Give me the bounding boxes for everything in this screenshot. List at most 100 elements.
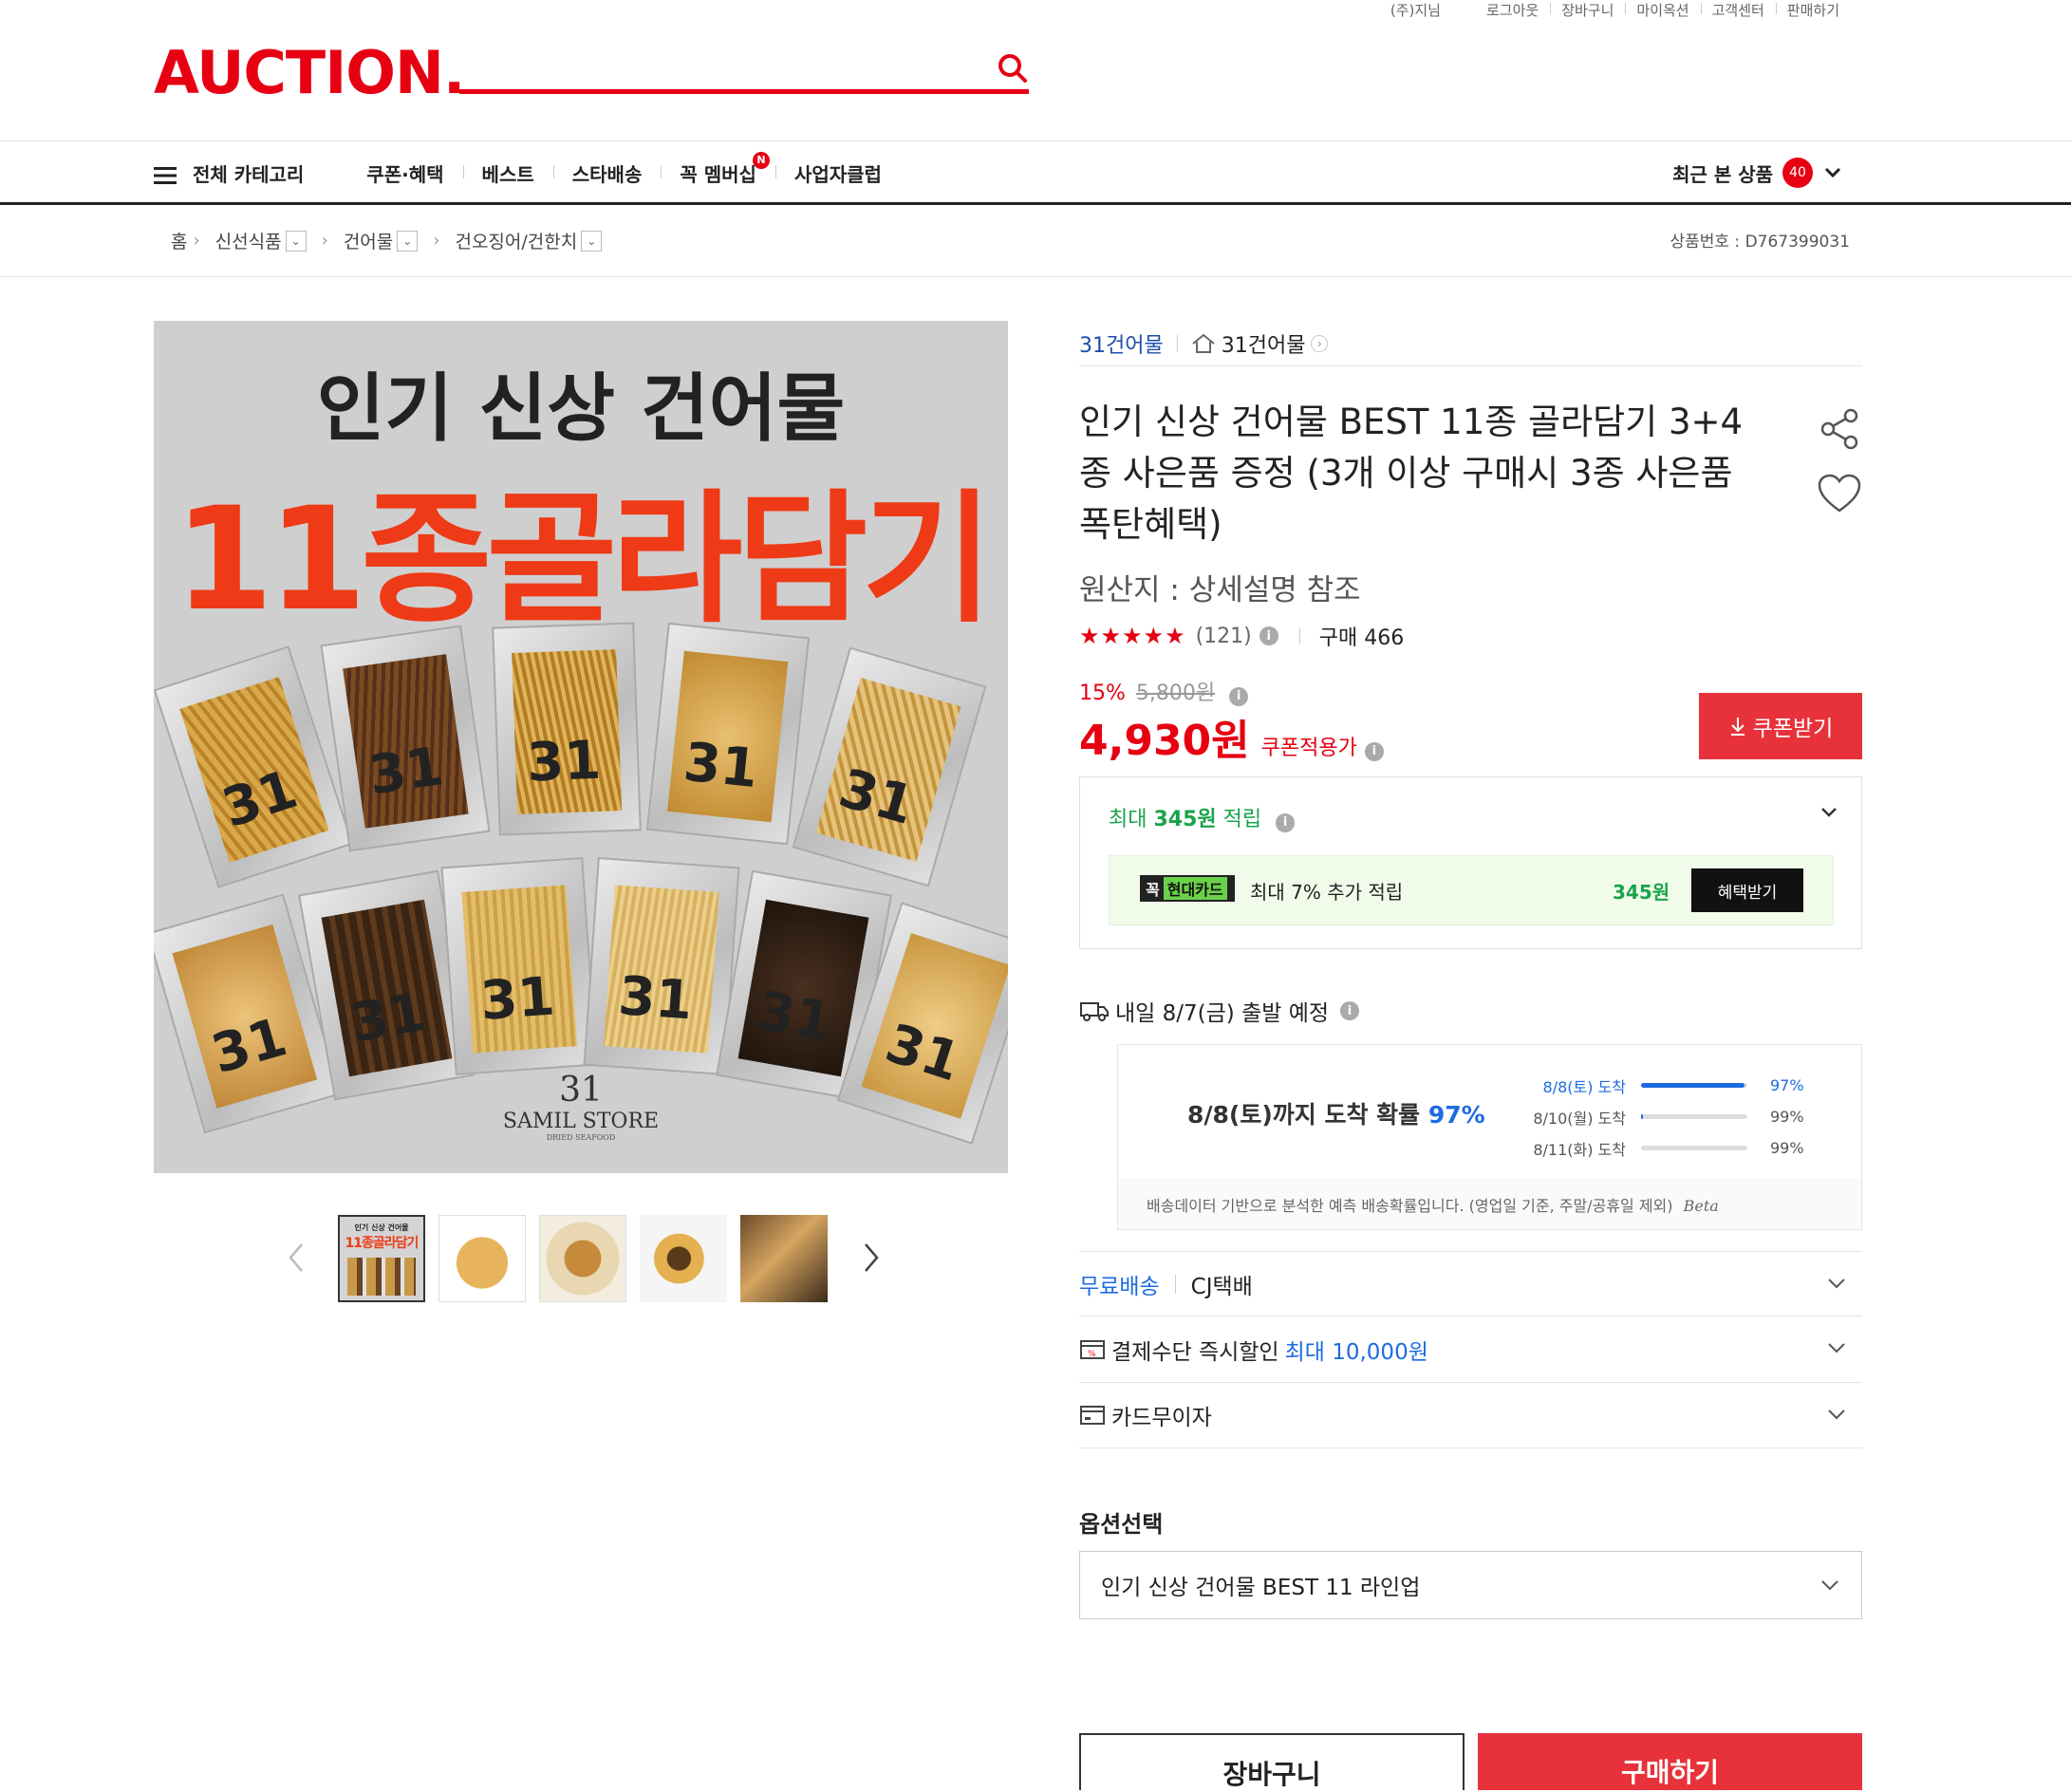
arrival-note-text: 배송데이터 기반으로 분석한 예측 배송확률입니다. (영업일 기준, 주말/공… [1147, 1197, 1673, 1215]
discount-percent: 15% [1079, 681, 1126, 705]
thumbnail[interactable]: 인기 신상 건어물 11종골라담기 [338, 1215, 425, 1302]
chevron-down-icon [1821, 1580, 1838, 1591]
heart-icon[interactable] [1817, 473, 1862, 514]
dropdown-icon[interactable]: ⌄ [581, 230, 603, 252]
search-icon[interactable] [997, 52, 1029, 84]
chevron-down-icon [1828, 1409, 1845, 1420]
review-count[interactable]: (121) [1196, 625, 1252, 648]
option-select[interactable]: 인기 신상 건어물 BEST 11 라인업 [1079, 1551, 1862, 1619]
arrival-probability-list: 8/8(토) 도착 97% 8/10(월) 도착 99% 8/11(화) 도착 99% [1526, 1070, 1804, 1164]
thumb-prev-button[interactable] [285, 1239, 308, 1286]
coupon-download-button[interactable]: 쿠폰받기 [1699, 693, 1862, 759]
info-icon[interactable]: i [1364, 741, 1384, 761]
pack-logo: 31 [478, 965, 557, 1033]
breadcrumb-home[interactable]: 홈 [171, 228, 187, 253]
product-main-image: 인기 신상 건어물 11종골라담기 31 31 31 31 31 31 31 3… [154, 321, 1008, 1173]
new-badge: N [752, 151, 770, 169]
arrival-probability-box: 8/8(토)까지 도착 확률 97% 8/8(토) 도착 97% 8/10(월) 도… [1117, 1044, 1862, 1230]
download-icon [1730, 718, 1744, 736]
nav-membership-label: 꼭 멤버십 [680, 162, 756, 186]
add-to-cart-button[interactable]: 장바구니 [1079, 1733, 1465, 1790]
installment-row[interactable]: 카드무이자 [1079, 1382, 1862, 1448]
logout-link[interactable]: 로그아웃 [1475, 0, 1550, 20]
thumb-next-button[interactable] [860, 1239, 883, 1286]
brand-subtitle: DRIED SEAFOOD [546, 1133, 616, 1142]
hamburger-icon [154, 167, 177, 184]
share-icon[interactable] [1817, 406, 1862, 452]
product-pack: 31 [583, 857, 740, 1075]
option-select-value: 인기 신상 건어물 BEST 11 라인업 [1101, 1576, 1421, 1600]
price-row: 4,930원 쿠폰적용가 i [1079, 706, 1384, 767]
card-logo-mark: 꼭 [1146, 881, 1160, 899]
buy-now-button[interactable]: 구매하기 [1478, 1733, 1862, 1790]
arrival-probability-value: 99% [1770, 1108, 1804, 1126]
pack-logo: 31 [526, 729, 603, 794]
product-pack: 31 [792, 646, 987, 887]
info-icon[interactable]: i [1276, 812, 1296, 832]
get-benefit-button[interactable]: 혜택받기 [1691, 868, 1803, 912]
thumbnail[interactable] [438, 1215, 526, 1302]
pack-logo: 31 [346, 980, 431, 1055]
thumbnail[interactable] [740, 1215, 828, 1302]
dropdown-icon[interactable]: ⌄ [285, 230, 307, 252]
cart-link[interactable]: 장바구니 [1550, 0, 1625, 20]
sell-link[interactable]: 판매하기 [1775, 0, 1851, 20]
pack-logo: 31 [681, 731, 761, 801]
all-category-label: 전체 카테고리 [192, 162, 305, 186]
brand-mark: 31 SAMIL STORE DRIED SEAFOOD [154, 1071, 1008, 1142]
product-actions [1817, 406, 1862, 514]
installment-label: 카드무이자 [1111, 1406, 1212, 1430]
info-icon[interactable]: i [1340, 1001, 1360, 1020]
chevron-down-icon[interactable] [1818, 800, 1840, 823]
customer-center-link[interactable]: 고객센터 [1700, 0, 1776, 20]
rating-row: ★★★★★ (121) i 구매 466 [1079, 621, 1404, 651]
chevron-right-icon: › [193, 231, 200, 251]
payment-discount-row[interactable]: % 결제수단 즉시할인 최대 10,000원 [1079, 1316, 1862, 1382]
nav-best[interactable]: 베스트 [462, 159, 553, 187]
reward-prefix: 최대 [1109, 808, 1154, 831]
arrival-probability-bar [1641, 1146, 1747, 1150]
thumbnail-headline: 11종골라담기 [345, 1236, 420, 1251]
shipping-option-row[interactable]: 무료배송 CJ택배 [1079, 1251, 1862, 1316]
dropdown-icon[interactable]: ⌄ [397, 230, 419, 252]
breadcrumb-fresh[interactable]: 신선식품 [215, 228, 282, 253]
thumbnail[interactable] [640, 1215, 727, 1302]
auction-logo[interactable]: AUCTION. [154, 44, 465, 103]
seller-name[interactable]: 31건어물 [1079, 328, 1164, 359]
recent-viewed-button[interactable]: 최근 본 상품 40 [1672, 141, 1843, 204]
star-rating: ★★★★★ [1079, 623, 1186, 649]
product-info-panel: 31건어물 31건어물 › 인기 신상 건어물 BEST 11종 골라담기 3+… [1079, 321, 1862, 1790]
arrival-probability-text: 8/8(토)까지 도착 확률 [1187, 1101, 1428, 1129]
coupon-price-label: 쿠폰적용가 [1260, 737, 1357, 760]
nav-business-club[interactable]: 사업자클럽 [774, 159, 901, 187]
brand-number: 31 [559, 1071, 603, 1110]
breadcrumb: 홈 › 신선식품 ⌄ › 건어물 ⌄ › 건오징어/건한치 ⌄ 상품번호 : D… [0, 205, 2071, 277]
nav-membership[interactable]: 꼭 멤버십 N [661, 151, 775, 187]
arrival-note: 배송데이터 기반으로 분석한 예측 배송확률입니다. (영업일 기준, 주말/공… [1147, 1193, 1719, 1216]
nav-coupon[interactable]: 쿠폰·혜택 [347, 159, 462, 187]
my-auction-link[interactable]: 마이옥션 [1625, 0, 1700, 20]
chevron-left-icon [289, 1243, 303, 1272]
chevron-down-icon [1828, 1279, 1845, 1289]
arrival-date: 8/10(월) 도착 [1533, 1109, 1626, 1128]
arrival-probability-headline: 8/8(토)까지 도착 확률 97% [1187, 1096, 1485, 1130]
svg-text:%: % [1088, 1350, 1096, 1359]
all-category-button[interactable]: 전체 카테고리 [154, 159, 323, 187]
info-icon[interactable]: i [1259, 626, 1278, 645]
reward-summary[interactable]: 최대 345원 적립 i [1109, 802, 1296, 832]
product-number: 상품번호 : D767399031 [1670, 233, 1850, 252]
pack-logo: 31 [753, 980, 837, 1055]
arrival-probability-row: 8/11(화) 도착 99% [1526, 1132, 1804, 1164]
breadcrumb-dried-squid[interactable]: 건오징어/건한치 [455, 228, 577, 253]
seller-shop-link[interactable]: 31건어물 [1222, 328, 1306, 359]
arrival-probability-fill [1641, 1114, 1644, 1119]
sale-price: 4,930원 [1079, 717, 1250, 765]
info-icon[interactable]: i [1229, 686, 1249, 706]
card-benefit-amount: 345원 [1613, 881, 1670, 904]
search-input[interactable] [459, 89, 1029, 94]
nav-star-delivery[interactable]: 스타배송 [552, 159, 662, 187]
arrival-probability-value: 99% [1770, 1139, 1804, 1157]
breadcrumb-dried-seafood[interactable]: 건어물 [344, 228, 393, 253]
beta-label: Beta [1683, 1197, 1719, 1215]
thumbnail[interactable] [539, 1215, 626, 1302]
